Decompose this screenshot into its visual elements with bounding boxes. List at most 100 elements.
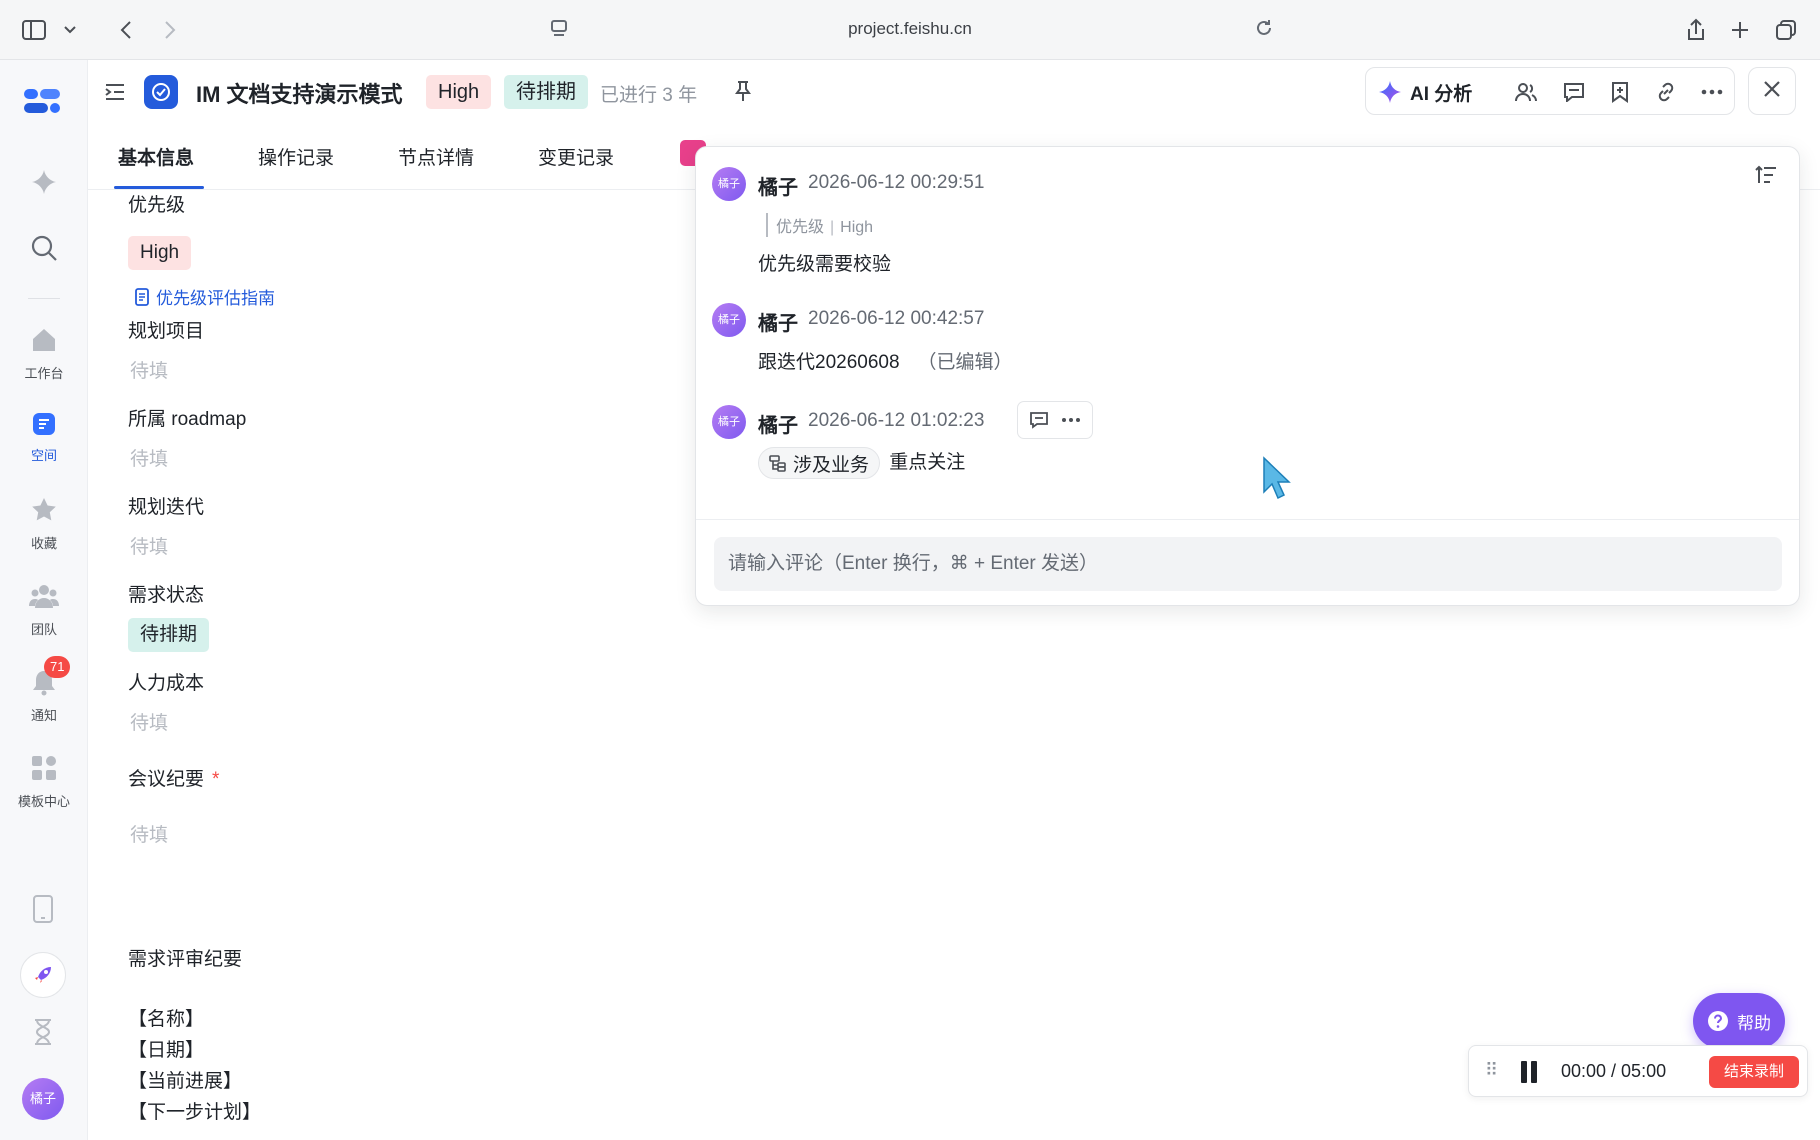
comments-panel: 橘子 橘子 2026-06-12 00:29:51 优先级 | High 优先级需要… <box>695 146 1800 606</box>
forward-icon[interactable] <box>154 14 186 46</box>
chip-label: 涉及业务 <box>793 454 870 476</box>
comment-icon[interactable] <box>1562 80 1586 104</box>
iteration-value[interactable]: 待填 <box>130 532 168 559</box>
team-icon <box>0 582 88 613</box>
mobile-icon[interactable] <box>32 894 54 929</box>
cost-value[interactable]: 待填 <box>130 708 168 735</box>
comment-text: 重点关注 <box>889 452 966 474</box>
comment-body: 涉及业务 重点关注 <box>758 447 965 479</box>
iteration-label: 规划迭代 <box>128 497 205 518</box>
recording-time: 00:00 / 05:00 <box>1561 1061 1667 1081</box>
nav-favorites[interactable]: 收藏 <box>0 496 88 552</box>
share-icon[interactable] <box>1680 14 1712 46</box>
new-tab-icon[interactable] <box>1724 14 1756 46</box>
address-bar[interactable]: project.feishu.cn <box>530 8 1290 50</box>
priority-value[interactable]: High <box>128 236 192 270</box>
more-icon[interactable] <box>1700 80 1724 104</box>
status-value[interactable]: 待排期 <box>128 618 210 652</box>
notification-badge: 71 <box>44 656 71 678</box>
back-icon[interactable] <box>110 14 142 46</box>
meeting-label-text: 会议纪要 <box>128 769 205 790</box>
sort-icon[interactable] <box>1755 165 1777 190</box>
hourglass-icon[interactable] <box>32 1018 54 1051</box>
nav-label: 模板中心 <box>17 794 70 809</box>
recording-bar: ⠿ 00:00 / 05:00 结束录制 <box>1468 1045 1808 1097</box>
search-icon[interactable] <box>30 234 58 267</box>
nav-space[interactable]: 空间 <box>0 412 88 464</box>
elapsed-time: 已进行 3 年 <box>600 85 698 106</box>
business-chip[interactable]: 涉及业务 <box>758 447 881 479</box>
ai-label: AI 分析 <box>1410 83 1473 105</box>
page-icon <box>550 19 568 44</box>
link-icon[interactable] <box>1654 80 1678 104</box>
bookmark-add-icon[interactable] <box>1608 80 1632 104</box>
ai-analysis-button[interactable]: AI 分析 <box>1378 76 1472 108</box>
tab-operation-log[interactable]: 操作记录 <box>258 143 334 170</box>
collapse-menu-icon[interactable] <box>104 82 126 107</box>
tabs-overview-icon[interactable] <box>1770 14 1802 46</box>
app-logo <box>22 86 62 121</box>
members-icon[interactable] <box>1514 80 1538 104</box>
nav-template-center[interactable]: 模板中心 <box>0 754 88 810</box>
comment-time: 2026-06-12 00:42:57 <box>808 308 985 329</box>
comment-time: 2026-06-12 01:02:23 <box>808 410 985 431</box>
ai-sparkle-icon[interactable] <box>30 168 58 201</box>
url-text: project.feishu.cn <box>848 19 972 38</box>
tab-change-log[interactable]: 变更记录 <box>538 143 614 170</box>
nav-workbench[interactable]: 工作台 <box>0 326 88 382</box>
nav-notifications[interactable]: 71 通知 <box>0 656 88 724</box>
chevron-down-icon[interactable] <box>54 14 86 46</box>
roadmap-value[interactable]: 待填 <box>130 444 168 471</box>
help-label: 帮助 <box>1737 1013 1771 1033</box>
review-line: 【日期】 <box>128 1040 205 1061</box>
review-line: 【名称】 <box>128 1009 205 1030</box>
close-button[interactable] <box>1748 67 1796 115</box>
comment-author: 橘子 <box>758 177 798 199</box>
meeting-value[interactable]: 待填 <box>130 820 168 847</box>
close-icon <box>1763 80 1781 103</box>
status-tag[interactable]: 待排期 <box>504 75 588 109</box>
comment-input[interactable]: 请输入评论（Enter 换行，⌘ + Enter 发送） <box>714 537 1782 591</box>
stop-recording-button[interactable]: 结束录制 <box>1709 1056 1799 1088</box>
cost-label: 人力成本 <box>128 673 205 694</box>
comment-time: 2026-06-12 00:29:51 <box>808 172 985 193</box>
review-line: 【当前进展】 <box>128 1071 243 1092</box>
mouse-cursor-icon <box>1262 456 1292 507</box>
header-toolbar: AI 分析 <box>1365 67 1735 115</box>
space-icon <box>0 412 88 439</box>
pause-icon[interactable] <box>1519 1061 1539 1083</box>
active-tab-indicator <box>114 186 204 189</box>
reload-icon[interactable] <box>1254 18 1274 43</box>
comment-avatar[interactable]: 橘子 <box>712 167 746 201</box>
quote-field: 优先级 <box>776 219 825 236</box>
guide-text: 优先级评估指南 <box>156 289 275 308</box>
review-title: 需求评审纪要 <box>128 949 243 970</box>
user-avatar[interactable]: 橘子 <box>22 1078 64 1120</box>
comment-body: 优先级需要校验 <box>758 254 892 275</box>
plan-project-value[interactable]: 待填 <box>130 356 168 383</box>
panel-divider <box>696 519 1799 520</box>
tab-basic-info[interactable]: 基本信息 <box>118 143 194 170</box>
priority-guide-link[interactable]: 优先级评估指南 <box>134 284 275 309</box>
rocket-icon[interactable] <box>20 952 66 998</box>
comment-avatar[interactable]: 橘子 <box>712 405 746 439</box>
comment-avatar[interactable]: 橘子 <box>712 303 746 337</box>
star-icon <box>0 496 88 527</box>
help-button[interactable]: 帮助 <box>1693 993 1785 1049</box>
plan-project-label: 规划项目 <box>128 321 205 342</box>
pin-icon[interactable] <box>734 80 752 107</box>
tab-node-details[interactable]: 节点详情 <box>398 143 474 170</box>
nav-team[interactable]: 团队 <box>0 582 88 638</box>
review-line: 【下一步计划】 <box>128 1102 262 1123</box>
grid-icon <box>0 754 88 785</box>
reply-icon[interactable] <box>1029 411 1049 429</box>
comment-author: 橘子 <box>758 415 798 437</box>
drag-handle-icon[interactable]: ⠿ <box>1485 1060 1498 1081</box>
left-nav: 工作台 空间 收藏 团队 71 通知 模板中心 橘子 <box>0 60 88 1140</box>
sidebar-toggle-icon[interactable] <box>18 14 50 46</box>
comment-text: 跟迭代20260608 <box>758 352 900 373</box>
page-title: IM 文档支持演示模式 <box>196 82 403 107</box>
more-icon[interactable] <box>1061 417 1081 423</box>
quote-value: High <box>840 219 874 236</box>
priority-tag[interactable]: High <box>426 75 492 109</box>
